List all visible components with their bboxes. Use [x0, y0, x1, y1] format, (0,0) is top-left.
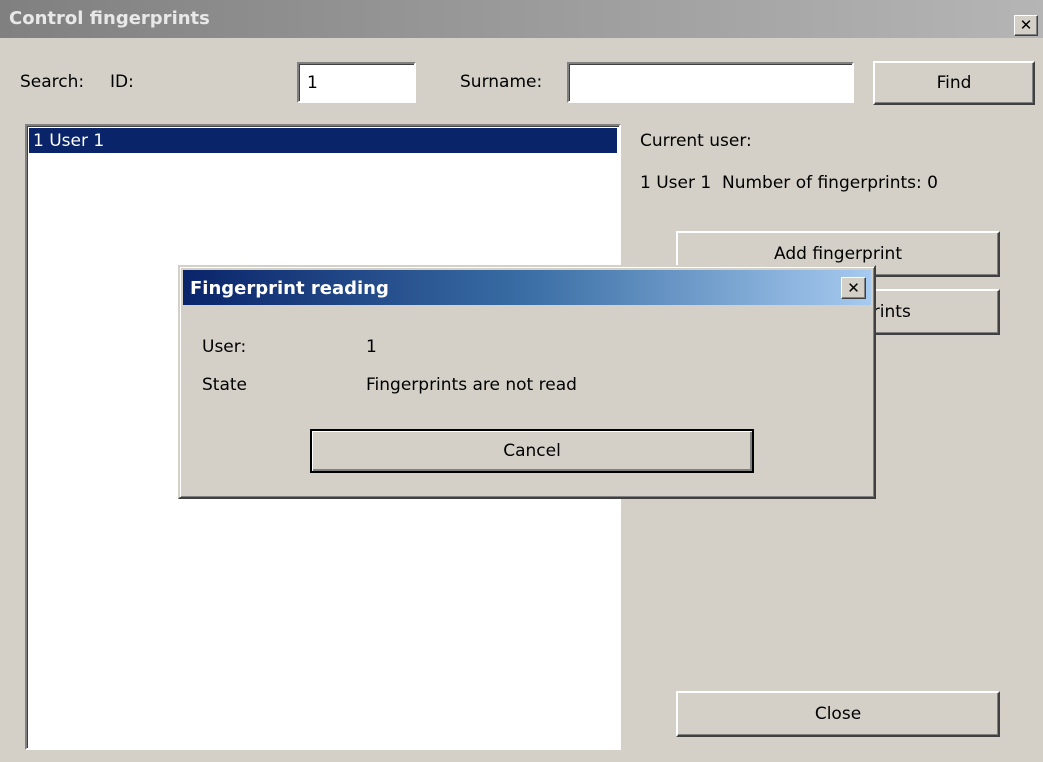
- close-icon: ✕: [847, 278, 860, 297]
- current-user-heading: Current user:: [640, 131, 752, 151]
- cancel-button[interactable]: Cancel: [310, 429, 754, 473]
- window-close-button[interactable]: ✕: [1014, 15, 1038, 36]
- list-item[interactable]: 1 User 1: [29, 128, 617, 153]
- find-button[interactable]: Find: [873, 61, 1035, 105]
- window-title: Control fingerprints: [9, 8, 210, 29]
- fingerprint-reading-dialog: Fingerprint reading ✕ User: 1 State Fing…: [178, 265, 876, 499]
- dialog-titlebar: Fingerprint reading ✕: [183, 270, 871, 305]
- current-user-info: 1 User 1 Number of fingerprints: 0: [640, 173, 938, 193]
- dialog-state-value: Fingerprints are not read: [366, 375, 577, 395]
- list-item-label: 1 User 1: [33, 130, 105, 151]
- search-label: Search:: [20, 72, 85, 92]
- dialog-user-label: User:: [202, 337, 247, 357]
- dialog-state-label: State: [202, 375, 247, 395]
- close-button[interactable]: Close: [676, 691, 1000, 737]
- dialog-close-button[interactable]: ✕: [841, 277, 866, 299]
- close-icon: ✕: [1019, 16, 1033, 34]
- id-input[interactable]: 1: [297, 62, 416, 103]
- dialog-user-value: 1: [366, 337, 377, 357]
- id-label: ID:: [110, 72, 134, 92]
- main-titlebar: Control fingerprints: [0, 0, 1043, 38]
- dialog-title: Fingerprint reading: [190, 278, 389, 299]
- surname-input[interactable]: [567, 62, 854, 103]
- surname-label: Surname:: [460, 72, 543, 92]
